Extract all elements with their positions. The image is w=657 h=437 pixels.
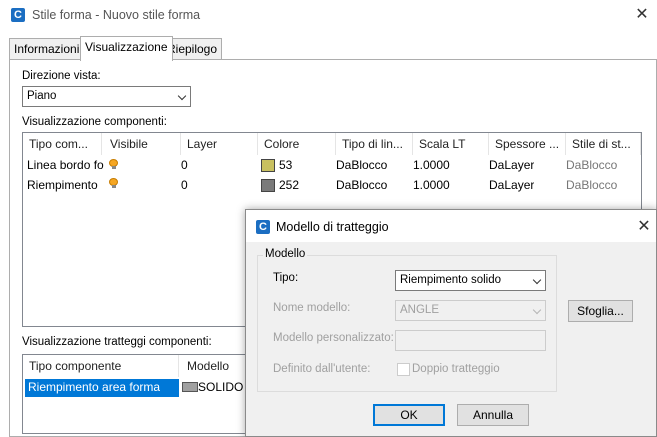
view-direction-value: Piano [27,90,57,102]
tab-visualizzazione[interactable]: Visualizzazione [80,36,173,61]
color-swatch[interactable] [261,179,275,192]
color-swatch[interactable] [261,159,275,172]
lightbulb-on-icon[interactable] [109,178,118,189]
col-header-layer[interactable]: Layer [181,133,258,155]
ok-button[interactable]: OK [373,404,445,426]
view-direction-select[interactable]: Piano [22,86,191,107]
window-titlebar: C Stile forma - Nuovo stile forma ✕ [0,0,657,32]
dialog-app-icon: C [256,220,270,234]
modello-group-label: Modello [263,248,308,260]
table-row-2-layer[interactable]: 0 [181,178,188,192]
lightbulb-on-icon[interactable] [109,159,118,170]
hatch-label: Visualizzazione tratteggi componenti: [22,336,212,348]
tipo-value: Riempimento solido [400,274,501,286]
col-header-scala-lt[interactable]: Scala LT [413,133,489,155]
tab-informazioni[interactable]: Informazioni [9,38,85,59]
col-header-tipo-componente[interactable]: Tipo componente [23,355,179,377]
table-row-1-layer[interactable]: 0 [181,158,188,172]
col-header-colore[interactable]: Colore [258,133,336,155]
modello-personalizzato-input[interactable] [395,330,546,351]
view-direction-label: Direzione vista: [22,70,101,82]
nome-modello-value: ANGLE [400,304,439,316]
table-row-1-type[interactable]: Linea bordo fo [27,158,105,172]
annulla-button[interactable]: Annulla [457,404,529,426]
hatch-row-pattern[interactable]: SOLIDO [198,380,243,394]
nome-modello-select[interactable]: ANGLE [395,300,546,321]
chevron-down-icon [177,91,187,101]
modello-personalizzato-label: Modello personalizzato: [273,332,394,344]
hatch-table[interactable]: Tipo componente Modello Riempimento area… [22,354,282,434]
table-row-1-linetype[interactable]: DaBlocco [336,158,387,172]
hatch-row-type[interactable]: Riempimento area forma [28,380,160,394]
table-row-2-lt-scale[interactable]: 1.0000 [413,178,450,192]
col-header-tipo-linea[interactable]: Tipo di lin... [336,133,413,155]
dialog-title: Modello di tratteggio [276,220,389,234]
doppio-tratteggio-checkbox[interactable] [397,363,410,376]
dialog-titlebar: C Modello di tratteggio ✕ [246,210,656,242]
chevron-down-icon [532,275,542,285]
table-row-2-color[interactable]: 252 [279,178,299,192]
window-close-icon[interactable]: ✕ [632,5,652,25]
table-row-1-color[interactable]: 53 [279,158,292,172]
table-row-2-plot-style[interactable]: DaBlocco [566,178,617,192]
components-label: Visualizzazione componenti: [22,116,167,128]
hatch-pattern-dialog: C Modello di tratteggio ✕ Modello Tipo: … [245,209,657,437]
col-header-spessore[interactable]: Spessore ... [489,133,566,155]
table-row-2-thickness[interactable]: DaLayer [489,178,534,192]
chevron-down-icon [532,305,542,315]
doppio-tratteggio-label: Doppio tratteggio [412,363,500,375]
nome-modello-label: Nome modello: [273,302,351,314]
definito-utente-label: Definito dall'utente: [273,363,371,375]
table-row-2-type[interactable]: Riempimento [27,178,105,192]
col-header-tipo[interactable]: Tipo com... [23,133,102,155]
table-row-1-thickness[interactable]: DaLayer [489,158,534,172]
col-header-stile-stampa[interactable]: Stile di st... [566,133,641,155]
table-row-2-linetype[interactable]: DaBlocco [336,178,387,192]
dialog-close-icon[interactable]: ✕ [634,217,654,237]
app-icon: C [11,8,25,22]
table-row-1-plot-style[interactable]: DaBlocco [566,158,617,172]
tipo-select[interactable]: Riempimento solido [395,270,546,291]
table-row-1-lt-scale[interactable]: 1.0000 [413,158,450,172]
sfoglia-button[interactable]: Sfoglia... [568,300,633,322]
col-header-visibile[interactable]: Visibile [104,133,181,155]
pattern-swatch [182,382,198,392]
tipo-label: Tipo: [273,272,299,284]
window-title: Stile forma - Nuovo stile forma [32,8,201,22]
